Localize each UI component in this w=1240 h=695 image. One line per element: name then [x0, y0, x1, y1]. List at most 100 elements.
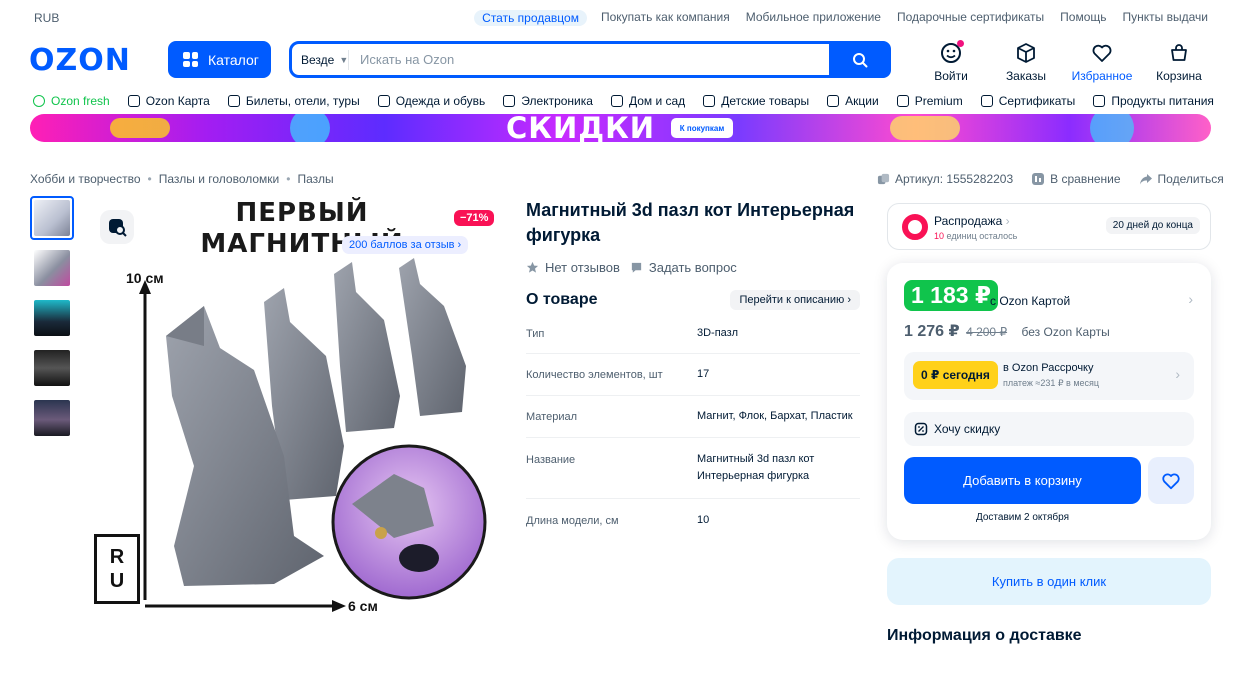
- breadcrumb-item[interactable]: Хобби и творчество: [30, 172, 141, 186]
- percent-icon: [827, 95, 840, 107]
- catalog-button[interactable]: Каталог: [168, 41, 271, 78]
- nav-promo[interactable]: Акции: [827, 94, 879, 108]
- banner-cta[interactable]: К покупкам: [671, 118, 733, 138]
- search-icon: [853, 52, 868, 67]
- cart-icon: [1171, 44, 1187, 61]
- orders-button[interactable]: Заказы: [995, 40, 1057, 83]
- nav-label: Сертификаты: [998, 94, 1076, 108]
- thumbnail[interactable]: [30, 396, 74, 440]
- installment-option[interactable]: 0 ₽ сегодня в Ozon Рассрочку платеж ≈231…: [904, 352, 1194, 400]
- thumbnail[interactable]: [30, 246, 74, 290]
- stock-count: 10: [934, 231, 945, 241]
- promo-banner[interactable]: СКИДКИ К покупкам: [30, 114, 1211, 142]
- thumbnail[interactable]: [30, 296, 74, 340]
- add-to-cart-button[interactable]: Добавить в корзину: [904, 457, 1141, 504]
- height-dimension-label: 10 см: [126, 270, 164, 286]
- ask-question-link[interactable]: Задать вопрос: [630, 260, 737, 275]
- search-button[interactable]: [829, 41, 891, 78]
- link-help[interactable]: Помощь: [1060, 10, 1106, 26]
- nav-home-garden[interactable]: Дом и сад: [610, 94, 685, 108]
- compare-button[interactable]: В сравнение: [1031, 172, 1121, 186]
- card-icon: [127, 95, 140, 107]
- spec-row: Название Магнитный 3d пазл кот Интерьерна…: [526, 438, 860, 499]
- thumbnail[interactable]: [30, 346, 74, 390]
- spec-value: 3D-пазл: [697, 327, 739, 339]
- food-icon: [1093, 95, 1106, 107]
- nav-label: Ozon fresh: [51, 94, 110, 108]
- card-price-label: с Ozon Картой: [990, 294, 1071, 308]
- grid-icon: [183, 52, 198, 67]
- nav-ozon-card[interactable]: Ozon Карта: [127, 94, 210, 108]
- link-pickup-points[interactable]: Пункты выдачи: [1123, 10, 1208, 26]
- chevron-down-icon: ▼: [339, 54, 349, 65]
- category-nav: Ozon fresh Ozon Карта Билеты, отели, тур…: [33, 94, 1214, 108]
- installment-payment: платеж ≈231 ₽ в месяц: [1003, 378, 1100, 388]
- brand-logo: R U: [94, 534, 140, 604]
- nav-clothes[interactable]: Одежда и обувь: [377, 94, 485, 108]
- spec-row: Тип 3D-пазл: [526, 316, 860, 354]
- link-mobile-app[interactable]: Мобильное приложение: [746, 10, 881, 26]
- top-links: Стать продавцом Покупать как компания Мо…: [474, 10, 1208, 26]
- breadcrumb-item[interactable]: Пазлы и головоломки: [159, 172, 280, 186]
- box-icon: [1017, 43, 1035, 63]
- search-scope-label: Везде: [301, 52, 335, 67]
- regular-price-label: без Ozon Карты: [1021, 325, 1110, 339]
- favorites-label: Избранное: [1071, 69, 1133, 83]
- goto-label: Перейти к описанию: [739, 294, 845, 306]
- brand-logo-letter: U: [109, 570, 125, 592]
- header: OZON Каталог Везде ▼ Войти Заказы Избран…: [0, 40, 1240, 83]
- plane-icon: [227, 95, 240, 107]
- spec-row: Материал Магнит, Флок, Бархат, Пластик: [526, 396, 860, 438]
- goto-description-button[interactable]: Перейти к описанию ›: [730, 290, 860, 310]
- sale-title: Распродажа ›: [934, 214, 1010, 228]
- article-number[interactable]: Артикул: 1555282203: [877, 172, 1013, 186]
- heart-icon: [1092, 44, 1112, 62]
- reviews-link[interactable]: Нет отзывов: [526, 260, 620, 275]
- search-scope-select[interactable]: Везде ▼: [292, 53, 348, 67]
- currency-selector[interactable]: RUB: [34, 11, 59, 25]
- product-actions-bar: Артикул: 1555282203 В сравнение Поделить…: [877, 172, 1224, 186]
- login-button[interactable]: Войти: [920, 40, 982, 83]
- share-button[interactable]: Поделиться: [1139, 172, 1224, 186]
- price-card: 1 183 ₽ с Ozon Картой › 1 276 ₽ 4 200 ₽ …: [887, 263, 1211, 540]
- crown-icon: [896, 95, 909, 107]
- ozon-logo[interactable]: OZON: [29, 43, 131, 78]
- certificate-icon: [980, 95, 993, 107]
- want-discount-button[interactable]: Хочу скидку: [904, 412, 1194, 446]
- nav-kids[interactable]: Детские товары: [703, 94, 809, 108]
- buy-one-click-button[interactable]: Купить в один клик: [887, 558, 1211, 605]
- product-image[interactable]: ПЕРВЫЙ МАГНИТНЫЙ −71% 200 баллов за отзы…: [94, 196, 499, 616]
- delivery-info-title: Информация о доставке: [887, 627, 1082, 644]
- add-to-favorites-button[interactable]: [1148, 457, 1194, 504]
- width-dimension-label: 6 см: [348, 598, 378, 614]
- link-gift-cards[interactable]: Подарочные сертификаты: [897, 10, 1044, 26]
- chevron-right-icon[interactable]: ›: [1188, 291, 1193, 307]
- product-title: Магнитный 3d пазл кот Интерьерная фигурк…: [526, 200, 855, 245]
- search-bar: Везде ▼: [289, 41, 891, 78]
- card-price: 1 183 ₽: [904, 280, 998, 311]
- catalog-label: Каталог: [208, 51, 259, 68]
- nav-certificates[interactable]: Сертификаты: [980, 94, 1076, 108]
- spec-value: 17: [697, 368, 710, 380]
- search-input[interactable]: [349, 52, 829, 67]
- nav-food[interactable]: Продукты питания: [1093, 94, 1214, 108]
- nav-electronics[interactable]: Электроника: [503, 94, 593, 108]
- compare-icon: [1032, 173, 1045, 185]
- favorites-button[interactable]: Избранное: [1071, 40, 1133, 83]
- chat-icon: [631, 262, 642, 273]
- nav-ozon-fresh[interactable]: Ozon fresh: [33, 94, 110, 108]
- spec-value: Магнитный 3d пазл кот Интерьерная фигурк…: [697, 453, 815, 482]
- nav-premium[interactable]: Premium: [896, 94, 963, 108]
- link-become-seller[interactable]: Стать продавцом: [474, 10, 587, 26]
- article-label: Артикул: 1555282203: [895, 172, 1014, 186]
- thumbnail[interactable]: [30, 196, 74, 240]
- sale-timer-card[interactable]: Распродажа › 10 единиц осталось 20 дней …: [887, 203, 1211, 250]
- nav-label: Продукты питания: [1111, 94, 1214, 108]
- breadcrumb-item[interactable]: Пазлы: [297, 172, 333, 186]
- orders-label: Заказы: [1005, 69, 1047, 83]
- sale-title-text: Распродажа: [934, 214, 1003, 228]
- link-buy-as-company[interactable]: Покупать как компания: [601, 10, 730, 26]
- nav-travel[interactable]: Билеты, отели, туры: [227, 94, 360, 108]
- heart-icon: [1162, 472, 1180, 489]
- cart-button[interactable]: Корзина: [1148, 40, 1210, 83]
